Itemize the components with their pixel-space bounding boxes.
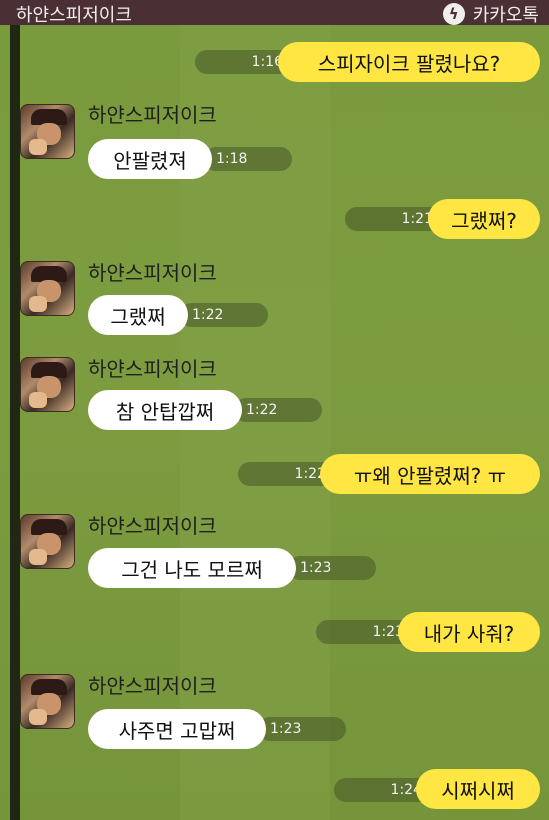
message-bubble-incoming[interactable]: 그건 나도 모르쩌 <box>88 548 296 588</box>
brand: ϟ 카카오톡 <box>442 1 539 27</box>
sender-name: 하얀스피저이크 <box>88 357 217 381</box>
sender-name: 하얀스피저이크 <box>88 261 217 285</box>
avatar[interactable] <box>20 514 75 569</box>
kakaotalk-icon: ϟ <box>442 3 465 25</box>
message-time: 1:22 <box>180 303 268 327</box>
chat-window: 하얀스피저이크 ϟ 카카오톡 1:16 스피자이크 팔렸나요? 하얀스피저이크 … <box>0 0 549 820</box>
background-shadow <box>10 25 20 820</box>
message-bubble-outgoing[interactable]: 그랬쩌? <box>428 199 540 239</box>
top-bar: 하얀스피저이크 ϟ 카카오톡 <box>0 0 549 27</box>
avatar[interactable] <box>20 674 75 729</box>
message-bubble-outgoing[interactable]: 시쩌시쩌 <box>416 769 540 809</box>
message-bubble-outgoing[interactable]: 스피자이크 팔렸나요? <box>278 42 540 82</box>
message-bubble-outgoing[interactable]: 내가 사줘? <box>398 612 540 652</box>
message-bubble-incoming[interactable]: 참 안탑깝쩌 <box>88 390 242 430</box>
message-bubble-incoming[interactable]: 그랬쩌 <box>88 295 188 335</box>
avatar[interactable] <box>20 357 75 412</box>
message-time: 1:23 <box>288 556 376 580</box>
brand-label: 카카오톡 <box>472 5 539 26</box>
message-time: 1:18 <box>204 147 292 171</box>
avatar[interactable] <box>20 104 75 159</box>
message-bubble-incoming[interactable]: 안팔렸져 <box>88 139 212 179</box>
message-bubble-incoming[interactable]: 사주면 고맙쩌 <box>88 709 266 749</box>
chat-title: 하얀스피저이크 <box>16 5 132 26</box>
message-bubble-outgoing[interactable]: ㅠ왜 안팔렸쩌? ㅠ <box>320 454 540 494</box>
sender-name: 하얀스피저이크 <box>88 674 217 698</box>
avatar[interactable] <box>20 261 75 316</box>
message-time: 1:22 <box>234 398 322 422</box>
message-time: 1:23 <box>258 717 346 741</box>
sender-name: 하얀스피저이크 <box>88 514 217 538</box>
sender-name: 하얀스피저이크 <box>88 103 217 127</box>
